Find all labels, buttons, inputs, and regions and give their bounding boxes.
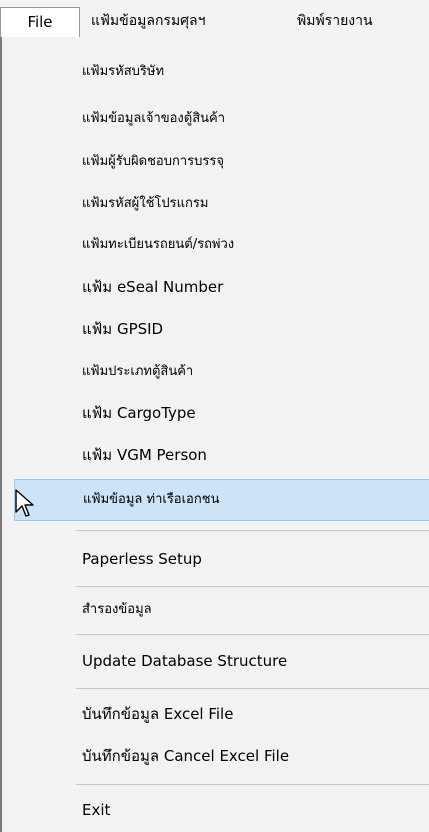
menu-item-save-cancel-excel[interactable]: บันทึกข้อมูล Cancel Excel File (14, 738, 429, 774)
menu-item-vgm-person[interactable]: แฟ้ม VGM Person (14, 437, 429, 473)
mouse-cursor-icon (15, 489, 34, 517)
menu-item-container-owner[interactable]: แฟ้มข้อมูลเจ้าของตู้สินค้า (14, 101, 429, 137)
menu-separator (76, 634, 429, 635)
menu-item-gpsid[interactable]: แฟ้ม GPSID (14, 311, 429, 347)
menu-bar: File แฟ้มข้อมูลกรมศุลฯ พิมพ์รายงาน (0, 0, 429, 38)
menu-item-save-excel[interactable]: บันทึกข้อมูล Excel File (14, 696, 429, 732)
screen: File แฟ้มข้อมูลกรมศุลฯ พิมพ์รายงาน แฟ้มร… (0, 0, 429, 832)
menu-customs-files[interactable]: แฟ้มข้อมูลกรมศุลฯ (84, 7, 213, 38)
menu-print-reports[interactable]: พิมพ์รายงาน (290, 7, 380, 38)
menu-item-cargo-type[interactable]: แฟ้ม CargoType (14, 395, 429, 431)
menu-item-packing-responsible[interactable]: แฟ้มผู้รับผิดชอบการบรรจุ (14, 144, 429, 180)
menu-separator (76, 784, 429, 785)
menu-item-paperless-setup[interactable]: Paperless Setup (14, 541, 429, 577)
menu-item-company-code[interactable]: แฟ้มรหัสบริษัท (14, 54, 429, 90)
menu-item-container-type[interactable]: แฟ้มประเภทตู้สินค้า (14, 354, 429, 390)
menu-item-backup[interactable]: สำรองข้อมูล (14, 592, 429, 628)
menu-item-vehicle-registration[interactable]: แฟ้มทะเบียนรถยนต์/รถพ่วง (14, 227, 429, 263)
menu-file[interactable]: File (0, 7, 80, 38)
menu-separator (76, 586, 429, 587)
menu-item-exit[interactable]: Exit (14, 792, 429, 828)
menu-item-private-port[interactable]: แฟ้มข้อมูล ท่าเรือเอกชน (14, 479, 429, 521)
menu-item-update-database[interactable]: Update Database Structure (14, 643, 429, 679)
menu-item-eseal-number[interactable]: แฟ้ม eSeal Number (14, 269, 429, 305)
menu-item-user-code[interactable]: แฟ้มรหัสผู้ใช้โปรแกรม (14, 186, 429, 222)
menu-separator (76, 530, 429, 531)
menu-separator (76, 688, 429, 689)
